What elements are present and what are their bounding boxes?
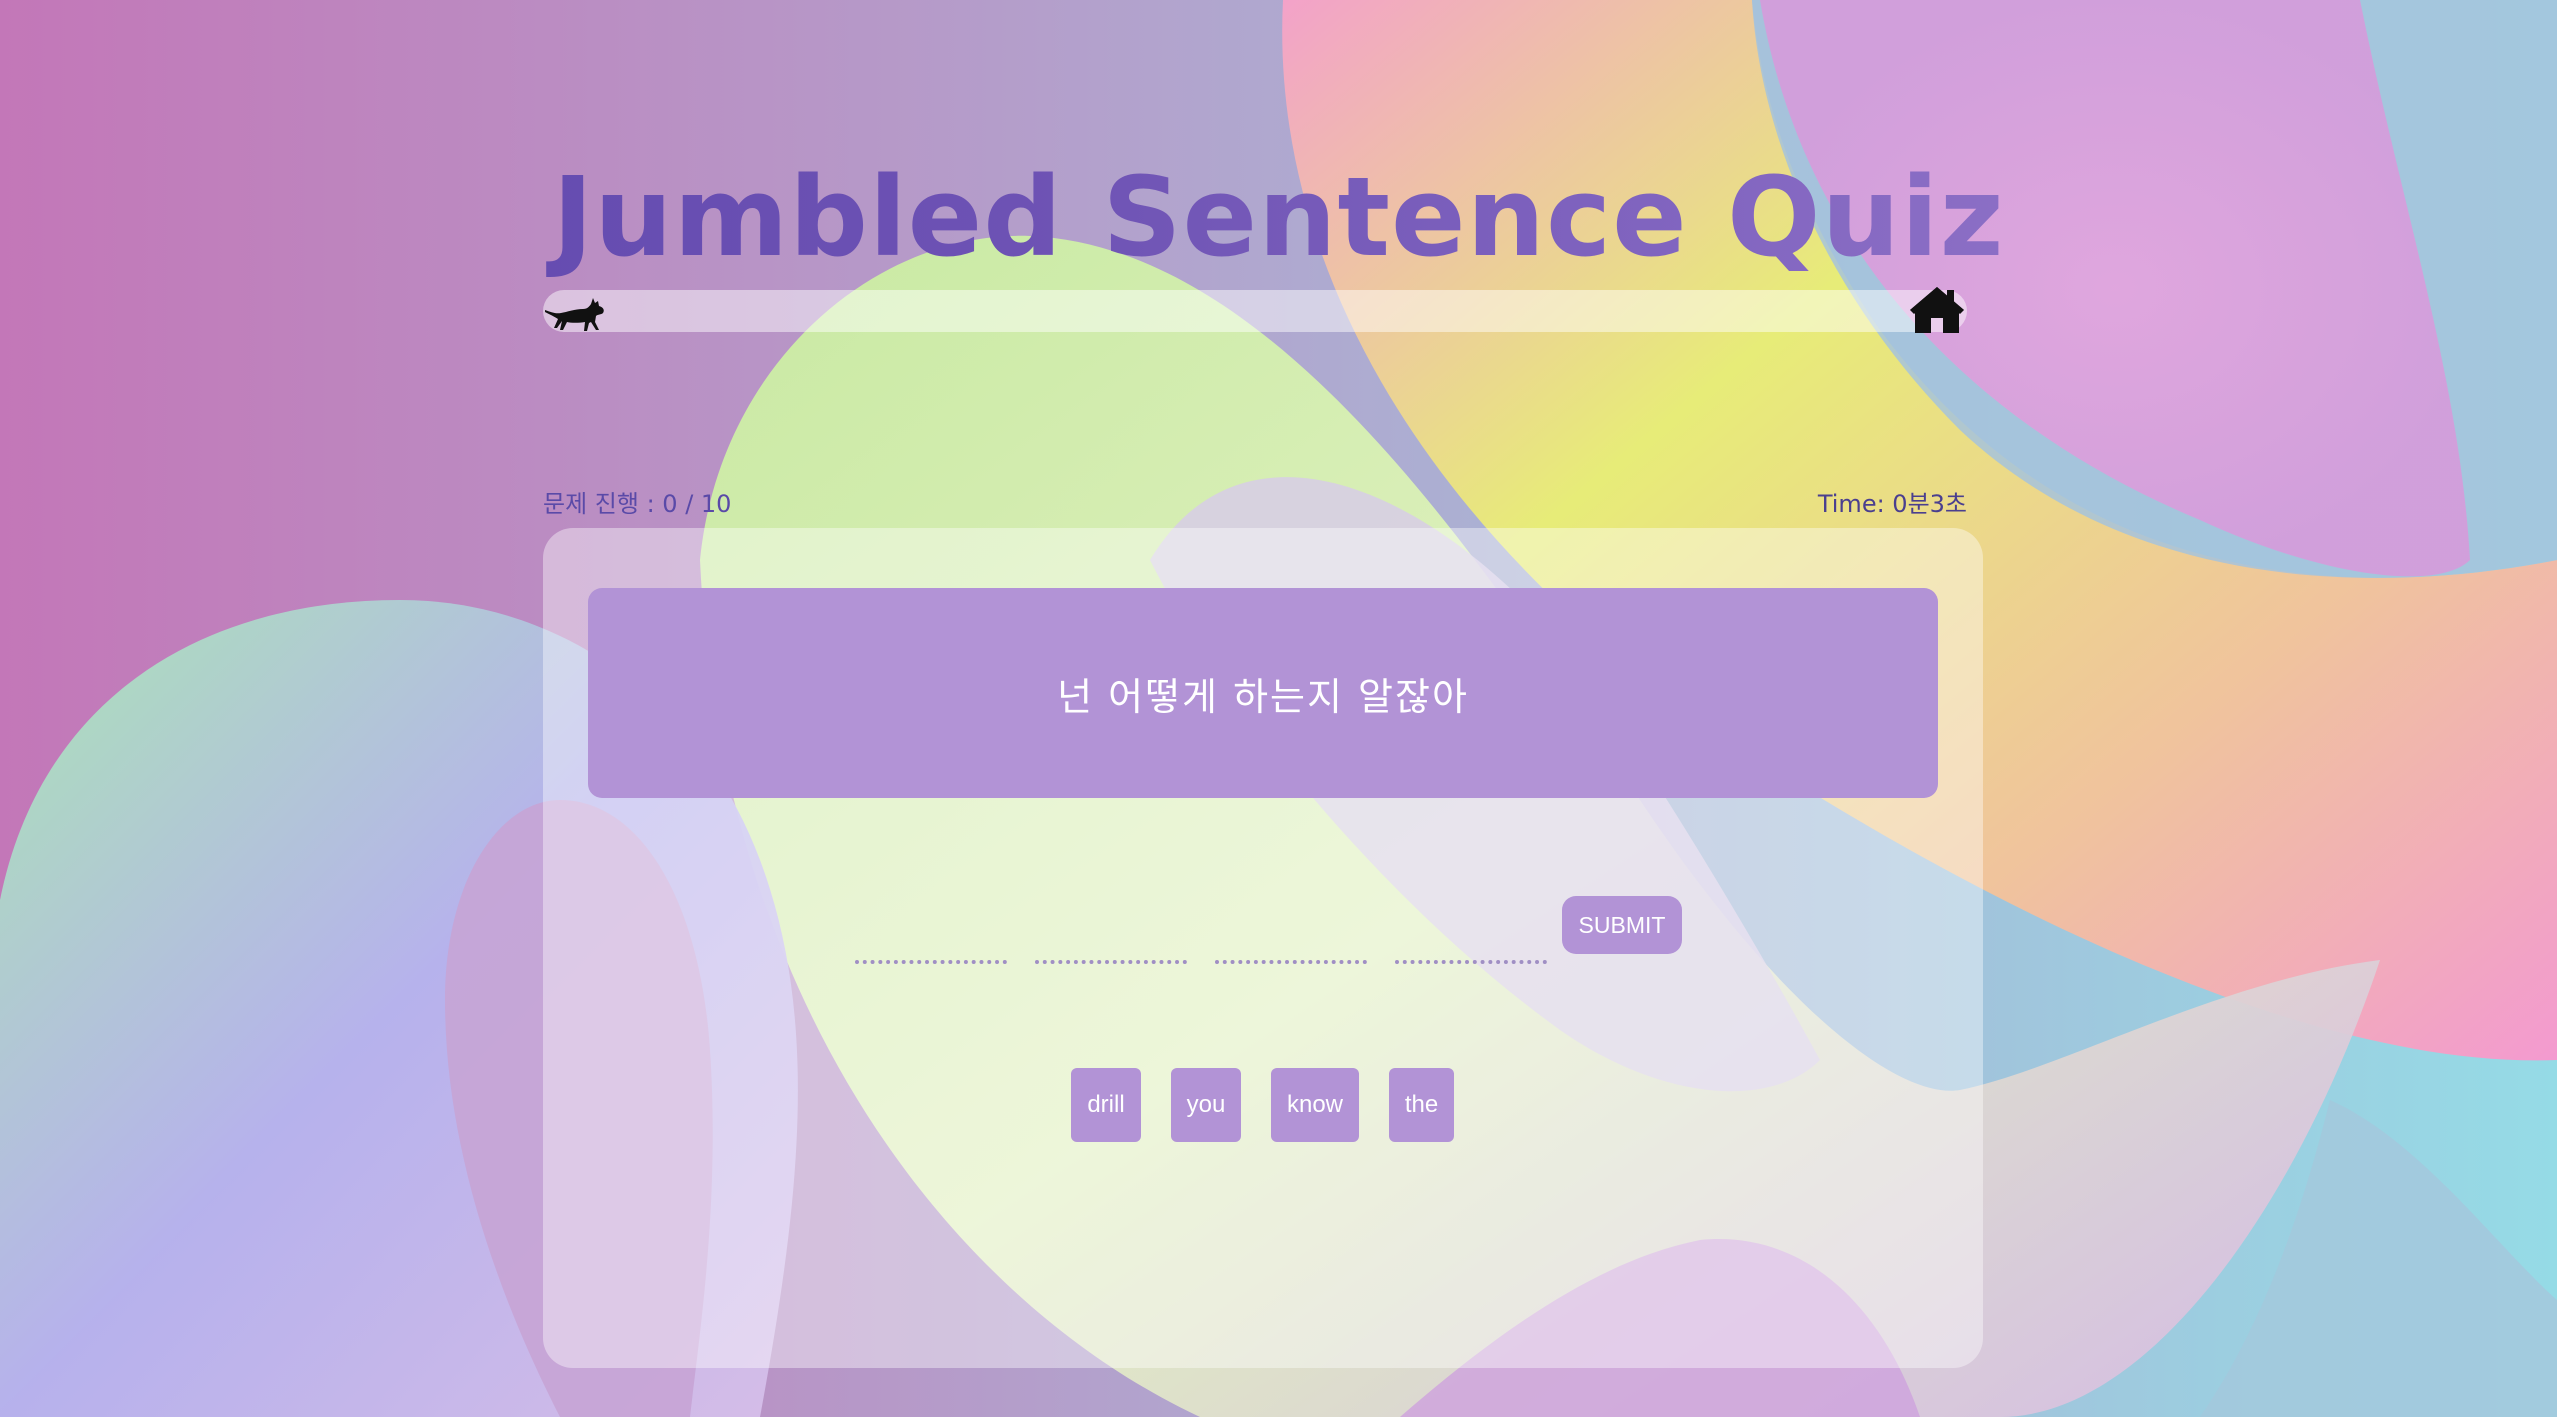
word-tile-you[interactable]: you (1171, 1068, 1241, 1142)
word-tile-drill[interactable]: drill (1071, 1068, 1141, 1142)
question-progress-label: 문제 진행 : 0 / 10 (543, 490, 732, 518)
answer-slot[interactable] (1035, 960, 1187, 964)
page-title: Jumbled Sentence Quiz (0, 152, 2557, 282)
cat-icon (543, 292, 609, 336)
submit-button[interactable]: SUBMIT (1562, 896, 1682, 954)
answer-slot[interactable] (1395, 960, 1547, 964)
answer-slot[interactable] (1215, 960, 1367, 964)
home-icon (1907, 284, 1967, 336)
prompt-box: 넌 어떻게 하는지 알잖아 (588, 588, 1938, 798)
answer-slot[interactable] (855, 960, 1007, 964)
word-tile-know[interactable]: know (1271, 1068, 1359, 1142)
progress-track (543, 290, 1967, 332)
timer-label: Time: 0분3초 (1817, 490, 1967, 518)
word-tile-the[interactable]: the (1389, 1068, 1454, 1142)
prompt-sentence: 넌 어떻게 하는지 알잖아 (1057, 674, 1469, 719)
